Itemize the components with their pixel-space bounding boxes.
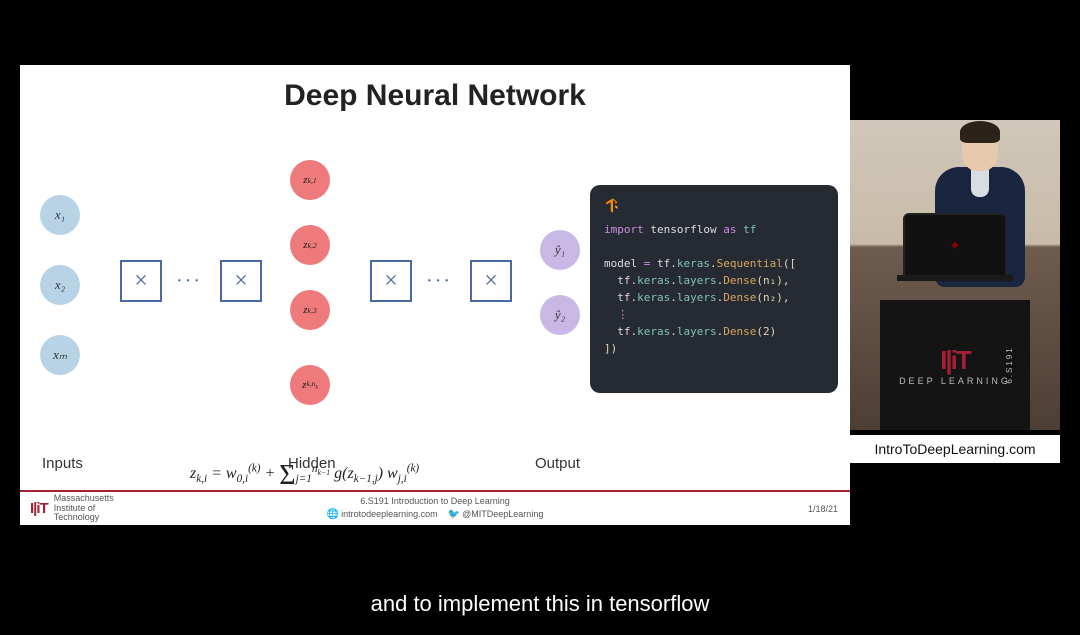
laptop-logo-icon: ◆ xyxy=(952,240,959,251)
tensorflow-icon xyxy=(604,197,622,215)
podium-subtitle: DEEP LEARNING xyxy=(899,376,1011,386)
output-node: ŷ₁ xyxy=(540,230,580,270)
podium: I|iT DEEP LEARNING 6.S191 xyxy=(880,300,1030,430)
twitter-icon: 🐦 xyxy=(448,509,462,520)
lecture-slide: Deep Neural Network x₁ x₂ xₘ × ··· × zk,… xyxy=(20,65,850,525)
slide-date: 1/18/21 xyxy=(808,504,838,514)
inputs-label: Inputs xyxy=(42,455,83,472)
layer-box: × xyxy=(470,260,512,302)
laptop-icon: ◆ xyxy=(905,215,1005,275)
hidden-node: zk,1 xyxy=(290,160,330,200)
speaker-video: ◆ I|iT DEEP LEARNING 6.S191 xyxy=(850,120,1060,430)
output-label: Output xyxy=(535,455,580,472)
mit-logo-icon: I|iT xyxy=(30,500,48,517)
layer-box: × xyxy=(370,260,412,302)
twitter-handle: @MITDeepLearning xyxy=(462,509,543,519)
hidden-node: zk,nk xyxy=(290,365,330,405)
mit-name: Massachusetts Institute of Technology xyxy=(54,494,114,524)
code-snippet: import tensorflow as tf model = tf.keras… xyxy=(590,185,838,393)
input-node: xₘ xyxy=(40,335,80,375)
input-node: x₂ xyxy=(40,265,80,305)
mit-logo-icon: I|iT xyxy=(940,345,970,376)
course-website: introtodeeplearning.com xyxy=(341,509,438,519)
layer-equation: zk,i = w0,i(k) + Σj=1nk−1 g(zk−1,j) wj,i… xyxy=(190,460,530,492)
hidden-node: zk,3 xyxy=(290,290,330,330)
network-diagram: x₁ x₂ xₘ × ··· × zk,1 zk,2 zk,3 zk,nk × … xyxy=(30,155,590,455)
speaker-video-pane: ◆ I|iT DEEP LEARNING 6.S191 IntroToDeepL… xyxy=(850,65,1060,525)
layer-box: × xyxy=(220,260,262,302)
input-node: x₁ xyxy=(40,195,80,235)
slide-footer: I|iT Massachusetts Institute of Technolo… xyxy=(20,490,850,525)
video-subtitle: and to implement this in tensorflow xyxy=(0,591,1080,617)
globe-icon: 🌐 xyxy=(327,509,341,520)
layer-box: × xyxy=(120,260,162,302)
course-label: 6.S191 Introduction to Deep Learning xyxy=(327,496,544,508)
podium-course-code: 6.S191 xyxy=(1005,346,1014,383)
slide-title: Deep Neural Network xyxy=(20,65,850,113)
hidden-node: zk,2 xyxy=(290,225,330,265)
ellipsis: ··· xyxy=(176,270,202,293)
output-node: ŷ₂ xyxy=(540,295,580,335)
ellipsis: ··· xyxy=(426,270,452,293)
course-url-caption: IntroToDeepLearning.com xyxy=(850,435,1060,463)
